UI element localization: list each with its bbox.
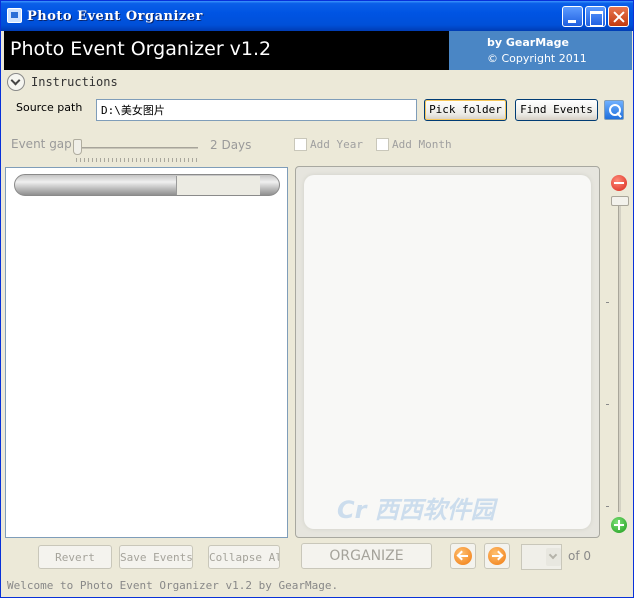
chevron-down-icon[interactable] — [546, 548, 561, 566]
add-month-label: Add Month — [392, 138, 452, 151]
banner-credits: by GearMage © Copyright 2011 — [449, 31, 632, 70]
events-list-panel[interactable] — [5, 167, 288, 538]
next-page-button[interactable] — [484, 543, 510, 569]
app-icon[interactable] — [7, 8, 22, 23]
page-select[interactable] — [521, 544, 562, 570]
progress-remaining — [176, 176, 260, 195]
window-title: Photo Event Organizer — [27, 9, 203, 24]
main-window: Photo Event Organizer Photo Event Organi… — [0, 0, 634, 598]
zoom-slider-thumb[interactable] — [611, 196, 629, 206]
copyright-line: © Copyright 2011 — [487, 52, 587, 65]
event-gap-ticks — [76, 158, 198, 162]
zoom-slider-track[interactable] — [618, 197, 621, 512]
previous-page-button[interactable] — [450, 543, 476, 569]
pick-folder-button[interactable]: Pick folder — [424, 99, 507, 121]
title-bar[interactable]: Photo Event Organizer — [1, 1, 633, 31]
page-count-label: of 0 — [568, 549, 592, 563]
maximize-button[interactable] — [585, 6, 606, 27]
header-banner: Photo Event Organizer v1.2 by GearMage ©… — [4, 31, 632, 70]
zoom-tick — [606, 404, 609, 405]
author-line: by GearMage — [487, 36, 569, 49]
save-events-button[interactable]: Save Events — [119, 545, 193, 569]
zoom-tick — [606, 506, 609, 507]
search-icon[interactable] — [604, 100, 624, 120]
event-gap-slider-thumb[interactable] — [73, 139, 82, 155]
instructions-expand-icon[interactable] — [7, 73, 25, 91]
zoom-tick — [606, 302, 609, 303]
source-path-label: Source path — [16, 101, 83, 114]
zoom-out-icon[interactable] — [611, 175, 627, 191]
arrow-right-icon — [488, 547, 506, 565]
event-gap-value: 2 Days — [210, 138, 252, 152]
minimize-button[interactable] — [562, 6, 583, 27]
add-year-checkbox[interactable] — [294, 138, 307, 151]
find-events-button[interactable]: Find Events — [515, 99, 598, 121]
add-year-label: Add Year — [310, 138, 363, 151]
add-month-checkbox[interactable] — [376, 138, 389, 151]
organize-button[interactable]: ORGANIZE — [301, 543, 432, 569]
photo-preview-panel — [295, 166, 600, 538]
photo-preview-area[interactable] — [304, 175, 591, 529]
close-button[interactable] — [608, 6, 629, 27]
scan-progress-bar — [14, 174, 280, 196]
instructions-label[interactable]: Instructions — [31, 75, 118, 89]
event-gap-label: Event gap — [11, 137, 72, 151]
zoom-in-icon[interactable] — [611, 517, 627, 533]
banner-title: Photo Event Organizer v1.2 — [10, 38, 272, 60]
event-gap-slider-track[interactable] — [76, 147, 198, 149]
source-path-input[interactable]: D:\美女图片 — [96, 99, 417, 121]
collapse-all-button[interactable]: Collapse Al — [208, 545, 280, 569]
revert-button[interactable]: Revert — [38, 545, 112, 569]
status-bar-text: Welcome to Photo Event Organizer v1.2 by… — [7, 579, 339, 592]
arrow-left-icon — [454, 547, 472, 565]
